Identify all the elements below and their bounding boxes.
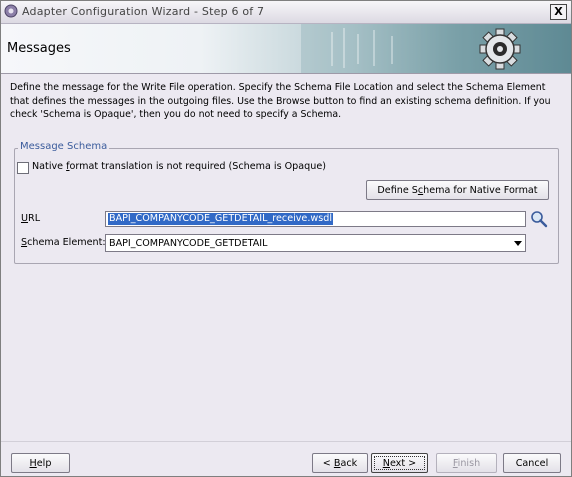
header-divider xyxy=(1,73,571,74)
url-value: BAPI_COMPANYCODE_GETDETAIL_receive.wsdl xyxy=(108,213,333,225)
window-title: Adapter Configuration Wizard - Step 6 of… xyxy=(22,5,265,18)
wizard-window: Adapter Configuration Wizard - Step 6 of… xyxy=(0,0,572,477)
search-icon[interactable] xyxy=(530,210,548,228)
page-title: Messages xyxy=(7,41,71,56)
app-icon xyxy=(4,4,18,18)
finish-button: Finish xyxy=(436,453,497,473)
wizard-header: Messages xyxy=(1,24,571,73)
native-format-checkbox-label[interactable]: Native format translation is not require… xyxy=(32,161,326,172)
help-button[interactable]: Help xyxy=(11,453,70,473)
close-icon: X xyxy=(554,5,563,18)
schema-element-value: BAPI_COMPANYCODE_GETDETAIL xyxy=(109,238,268,249)
description-text: Define the message for the Write File op… xyxy=(10,82,551,120)
back-button[interactable]: < Back xyxy=(312,453,368,473)
schema-element-select[interactable]: BAPI_COMPANYCODE_GETDETAIL xyxy=(105,234,526,252)
gear-icon xyxy=(479,28,521,70)
url-input[interactable]: BAPI_COMPANYCODE_GETDETAIL_receive.wsdl xyxy=(105,211,526,227)
title-bar[interactable]: Adapter Configuration Wizard - Step 6 of… xyxy=(1,1,571,24)
schema-element-label: Schema Element: xyxy=(21,237,106,248)
group-legend: Message Schema xyxy=(18,141,110,152)
next-button[interactable]: Next > xyxy=(371,453,428,473)
footer-divider xyxy=(1,441,571,442)
cancel-button[interactable]: Cancel xyxy=(503,453,561,473)
native-format-checkbox[interactable] xyxy=(17,162,29,174)
url-label: URL xyxy=(21,213,41,224)
chevron-down-icon[interactable] xyxy=(514,241,522,246)
close-button[interactable]: X xyxy=(550,4,567,20)
define-schema-button[interactable]: Define Schema for Native Format xyxy=(366,180,549,200)
